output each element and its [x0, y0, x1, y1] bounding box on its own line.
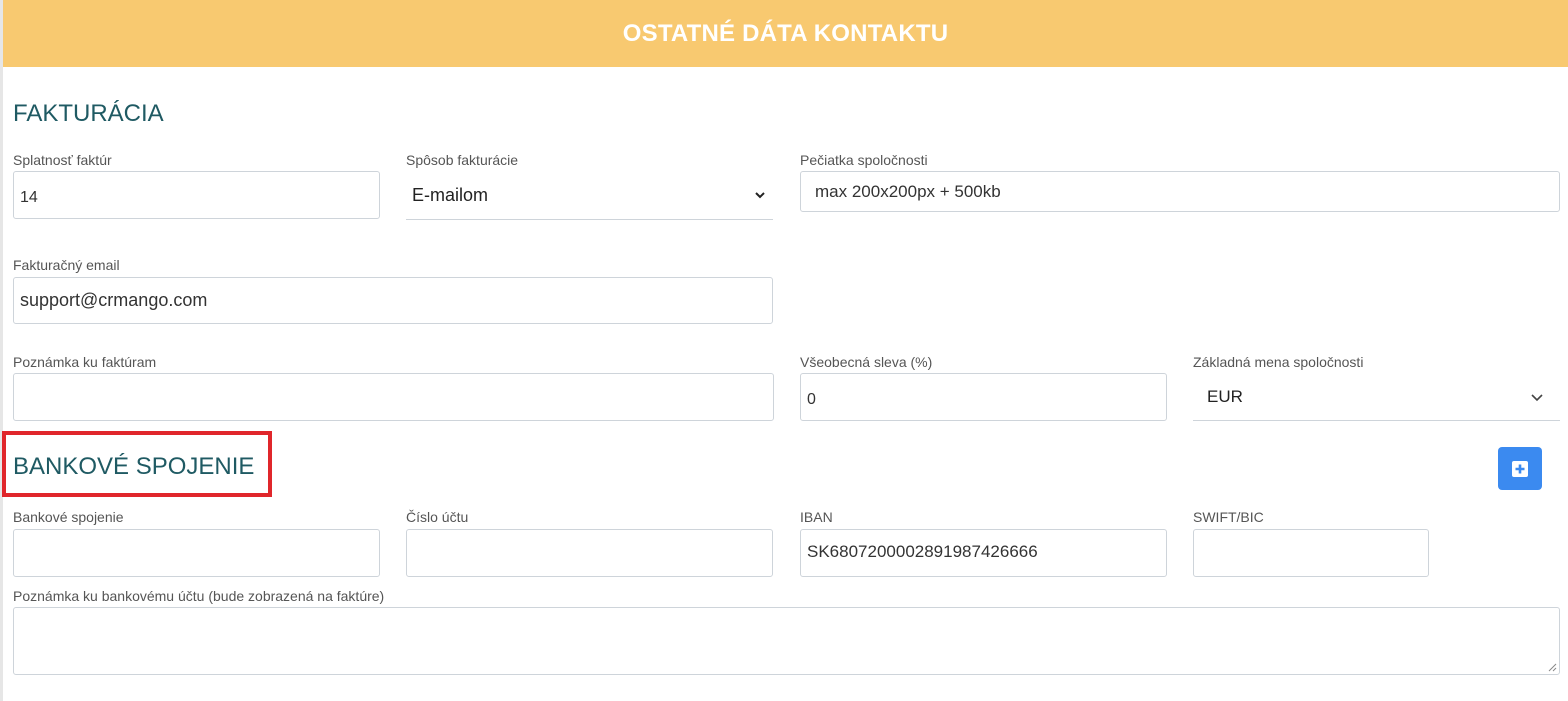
- account-number-label: Číslo účtu: [406, 509, 469, 525]
- company-stamp-input[interactable]: max 200x200px + 500kb: [800, 171, 1560, 212]
- billing-method-select[interactable]: E-mailom: [406, 171, 773, 220]
- swift-label: SWIFT/BIC: [1193, 509, 1264, 525]
- page-header: OSTATNÉ DÁTA KONTAKTU: [3, 0, 1568, 67]
- discount-label: Všeobecná sleva (%): [800, 354, 933, 370]
- company-stamp-placeholder: max 200x200px + 500kb: [815, 181, 1001, 201]
- currency-value: EUR: [1207, 386, 1243, 406]
- bank-note-textarea[interactable]: [13, 607, 1560, 675]
- invoice-due-value: 14: [20, 189, 38, 206]
- currency-label: Základná mena spoločnosti: [1193, 354, 1364, 370]
- page-title: OSTATNÉ DÁTA KONTAKTU: [622, 19, 949, 47]
- bank-section-title: BANKOVÉ SPOJENIE: [13, 453, 255, 480]
- invoice-due-input[interactable]: 14: [13, 171, 380, 219]
- billing-method-label: Spôsob fakturácie: [406, 152, 519, 168]
- bank-note-label: Poznámka ku bankovému účtu (bude zobraze…: [13, 588, 385, 604]
- iban-value: SK6807200002891987426666: [807, 542, 1038, 561]
- company-stamp-label: Pečiatka spoločnosti: [800, 152, 928, 168]
- iban-input[interactable]: SK6807200002891987426666: [800, 529, 1167, 577]
- chevron-down-icon: [755, 192, 765, 199]
- invoice-note-label: Poznámka ku faktúram: [13, 354, 157, 370]
- invoice-due-label: Splatnosť faktúr: [13, 152, 112, 168]
- account-number-input[interactable]: [406, 529, 773, 577]
- billing-email-value: support@crmango.com: [20, 290, 208, 310]
- chevron-down-icon: [1531, 393, 1543, 401]
- billing-email-input[interactable]: support@crmango.com: [13, 277, 773, 324]
- discount-input[interactable]: 0: [800, 373, 1167, 421]
- resize-grip-icon[interactable]: [1547, 662, 1557, 672]
- billing-email-label: Fakturačný email: [13, 257, 120, 273]
- currency-select[interactable]: EUR: [1193, 373, 1560, 421]
- plus-square-icon: [1512, 460, 1528, 477]
- page-edge: [0, 0, 3, 701]
- invoice-note-input[interactable]: [13, 373, 774, 421]
- iban-label: IBAN: [800, 509, 833, 525]
- billing-section-title: FAKTURÁCIA: [13, 100, 164, 127]
- add-bank-account-button[interactable]: [1498, 447, 1542, 490]
- billing-method-value: E-mailom: [412, 184, 489, 205]
- bank-name-input[interactable]: [13, 529, 380, 577]
- discount-value: 0: [807, 391, 816, 408]
- swift-input[interactable]: [1193, 529, 1429, 577]
- bank-name-label: Bankové spojenie: [13, 509, 124, 525]
